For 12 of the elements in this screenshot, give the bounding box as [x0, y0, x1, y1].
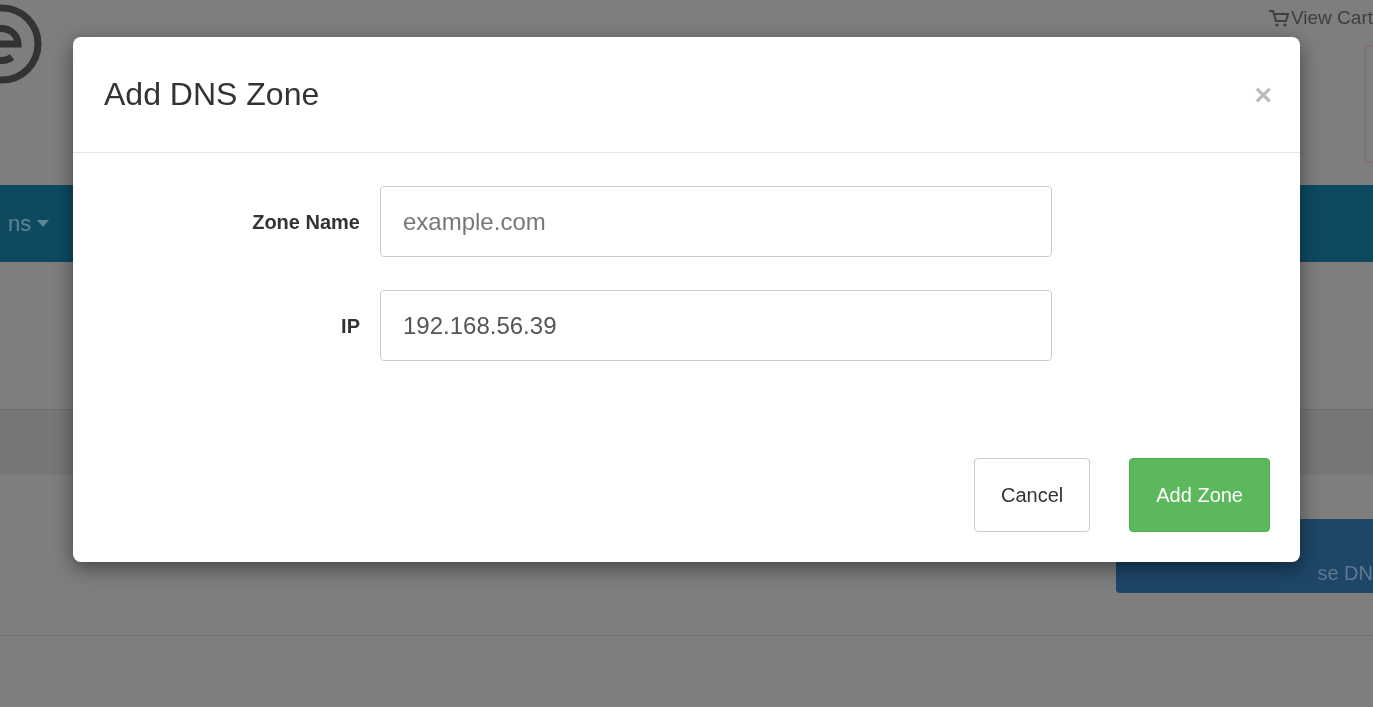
- field-label: Zone Name: [251, 209, 361, 235]
- input-field[interactable]: 192.168.56.39: [380, 290, 1052, 361]
- menu-dropdown[interactable]: ns: [0, 206, 56, 241]
- modal-title: Add DNS Zone: [104, 75, 320, 114]
- cart-icon: [1269, 9, 1289, 27]
- cancel-button[interactable]: Cancel: [974, 458, 1091, 532]
- field-label: IP: [340, 313, 361, 339]
- input-field[interactable]: example.com: [380, 186, 1052, 257]
- close-button[interactable]: ×: [1254, 79, 1272, 110]
- caret-icon: [37, 220, 50, 227]
- submit-button[interactable]: Add Zone: [1129, 458, 1270, 532]
- view-cart-link[interactable]: View Cart: [1269, 4, 1373, 33]
